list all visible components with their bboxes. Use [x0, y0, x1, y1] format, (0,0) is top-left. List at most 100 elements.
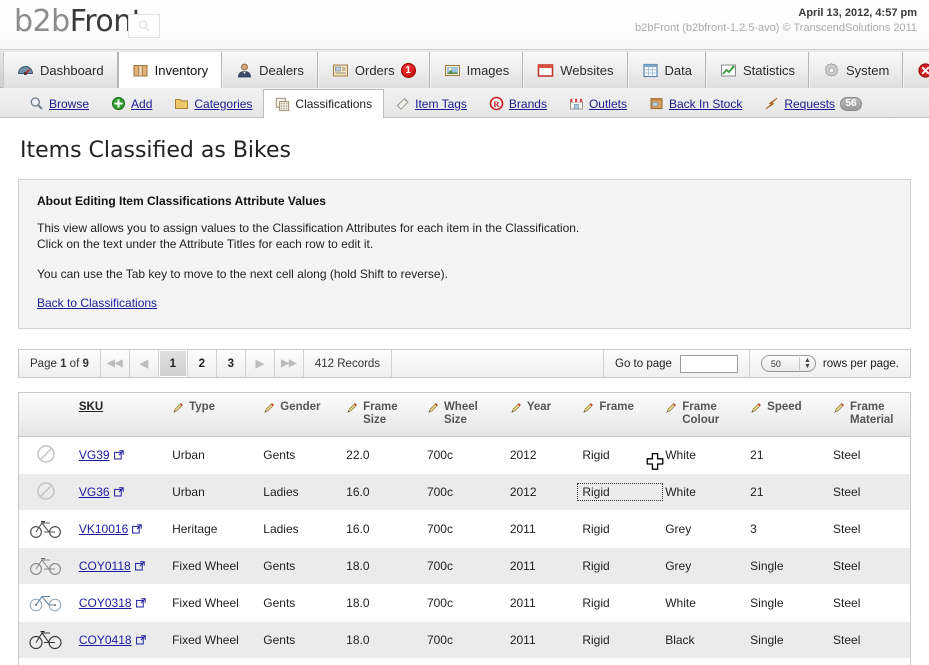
row-frame[interactable]: Rigid: [576, 510, 660, 548]
row-wheel-size[interactable]: 700c: [420, 510, 504, 548]
sku-link[interactable]: COY0118: [79, 559, 131, 573]
nav-tab-statistics[interactable]: Statistics: [705, 52, 809, 88]
row-sku[interactable]: COY0418: [72, 621, 167, 659]
row-year[interactable]: 2011: [503, 584, 577, 622]
row-frame-colour[interactable]: Grey: [659, 547, 745, 585]
row-wheel-size[interactable]: 700c: [420, 436, 504, 474]
col-header-speed[interactable]: Speed: [744, 393, 828, 437]
row-year[interactable]: 2011: [503, 510, 577, 548]
sku-link[interactable]: VG39: [79, 448, 110, 462]
subnav-item-back-in-stock[interactable]: Back In Stock: [638, 89, 753, 118]
subnav-item-categories[interactable]: Categories: [163, 89, 263, 118]
search-input[interactable]: [128, 14, 160, 38]
external-link-icon[interactable]: [113, 450, 124, 460]
row-type[interactable]: Heritage: [166, 510, 258, 548]
row-wheel-size[interactable]: 700c: [420, 658, 504, 665]
nav-tab-images[interactable]: Images: [429, 52, 524, 88]
row-frame-size[interactable]: 22.0: [340, 436, 421, 474]
col-header-sku-label[interactable]: SKU: [79, 401, 103, 413]
back-to-classifications-link[interactable]: Back to Classifications: [37, 296, 157, 310]
row-frame-focused-cell[interactable]: Rigid: [576, 473, 664, 511]
row-frame-size[interactable]: 18.0: [340, 584, 421, 622]
external-link-icon[interactable]: [132, 524, 142, 534]
row-type[interactable]: Fixed Wheel: [166, 621, 258, 659]
row-speed[interactable]: Single: [744, 547, 828, 585]
subnav-item-classifications[interactable]: Classifications: [263, 89, 385, 118]
first-page-button[interactable]: ◀◀: [101, 350, 130, 377]
row-frame-material[interactable]: Steel: [827, 621, 910, 659]
page-button-2[interactable]: 2: [188, 350, 217, 377]
row-frame-size[interactable]: 18.0: [340, 547, 421, 585]
row-frame-material[interactable]: Steel: [827, 473, 910, 511]
row-gender[interactable]: Gents: [257, 547, 341, 585]
page-button-3[interactable]: 3: [217, 350, 246, 377]
row-gender[interactable]: Ladies: [257, 510, 341, 548]
subnav-item-item-tags[interactable]: Item Tags: [384, 89, 478, 118]
rows-per-page-select[interactable]: 50 ▲ ▼: [760, 355, 816, 372]
nav-tab-dealers[interactable]: Dealers: [222, 52, 318, 88]
row-sku[interactable]: COY0118: [72, 547, 167, 585]
row-type[interactable]: Fixed Wheel: [166, 547, 258, 585]
row-gender[interactable]: Ladies: [257, 473, 341, 511]
nav-tab-orders[interactable]: Orders 1: [317, 52, 430, 88]
row-frame-colour[interactable]: White: [659, 436, 745, 474]
row-frame[interactable]: Rigid: [576, 621, 660, 659]
row-type[interactable]: Urban: [166, 436, 258, 474]
subnav-item-outlets[interactable]: Outlets: [558, 89, 638, 118]
row-frame-material[interactable]: Steel: [827, 510, 910, 548]
row-frame-material[interactable]: Steel: [827, 436, 910, 474]
row-frame-colour[interactable]: Black: [659, 621, 745, 659]
col-header-type[interactable]: Type: [166, 393, 258, 437]
col-header-frame[interactable]: Frame: [576, 393, 660, 437]
external-link-icon[interactable]: [134, 561, 145, 571]
row-gender[interactable]: Unisex: [257, 658, 341, 665]
nav-tab-logout[interactable]: Log Out: [903, 52, 929, 88]
col-header-year[interactable]: Year: [503, 393, 577, 437]
row-speed[interactable]: 21: [744, 436, 828, 474]
row-speed[interactable]: 7: [744, 658, 828, 665]
col-header-wheel-size[interactable]: Wheel Size: [420, 393, 504, 437]
external-link-icon[interactable]: [135, 598, 146, 608]
external-link-icon[interactable]: [135, 635, 146, 645]
row-sku[interactable]: VK53.700: [72, 658, 167, 665]
row-sku[interactable]: VG39: [72, 436, 167, 474]
sku-link[interactable]: VG36: [79, 485, 110, 499]
row-wheel-size[interactable]: 700c: [420, 584, 504, 622]
subnav-item-add[interactable]: Add: [100, 89, 163, 118]
col-header-frame-colour[interactable]: Frame Colour: [659, 393, 745, 437]
row-wheel-size[interactable]: 700c: [420, 547, 504, 585]
row-frame-material[interactable]: Steel: [827, 584, 910, 622]
row-frame-colour[interactable]: Grey: [659, 510, 745, 548]
goto-page-input[interactable]: [679, 354, 738, 373]
nav-tab-inventory[interactable]: Inventory: [117, 52, 223, 88]
row-frame-colour[interactable]: Grey: [659, 658, 745, 665]
nav-tab-websites[interactable]: Websites: [523, 52, 628, 88]
subnav-item-requests[interactable]: Requests 56: [753, 89, 873, 118]
row-frame[interactable]: Rigid: [576, 436, 660, 474]
row-wheel-size[interactable]: 700c: [420, 473, 504, 511]
row-speed[interactable]: 21: [744, 473, 828, 511]
row-frame-size[interactable]: 18.0: [340, 621, 421, 659]
row-year[interactable]: 2012: [503, 436, 577, 474]
prev-page-button[interactable]: ◀: [130, 350, 159, 377]
col-header-frame-material[interactable]: Frame Material: [827, 393, 910, 437]
row-sku[interactable]: VG36: [72, 473, 167, 511]
row-type[interactable]: Fixed Wheel: [166, 584, 258, 622]
row-gender[interactable]: Gents: [257, 621, 341, 659]
sku-link[interactable]: COY0418: [79, 633, 132, 647]
row-year[interactable]: 2011: [503, 658, 577, 665]
row-frame-material[interactable]: Alloy: [827, 658, 910, 665]
sku-link[interactable]: VK10016: [79, 522, 128, 536]
row-type[interactable]: Urban: [166, 473, 258, 511]
page-button-1[interactable]: 1: [158, 350, 188, 377]
row-year[interactable]: 2012: [503, 473, 577, 511]
row-sku[interactable]: COY0318: [72, 584, 167, 622]
row-frame-size[interactable]: 16.0: [340, 473, 421, 511]
row-frame[interactable]: Rigid: [576, 547, 660, 585]
row-frame-material[interactable]: Steel: [827, 547, 910, 585]
subnav-item-brands[interactable]: R Brands: [478, 89, 558, 118]
subnav-item-browse[interactable]: Browse: [18, 89, 100, 118]
nav-tab-data[interactable]: Data: [627, 52, 706, 88]
row-frame-colour[interactable]: White: [659, 584, 745, 622]
col-header-sku[interactable]: SKU: [72, 393, 167, 437]
